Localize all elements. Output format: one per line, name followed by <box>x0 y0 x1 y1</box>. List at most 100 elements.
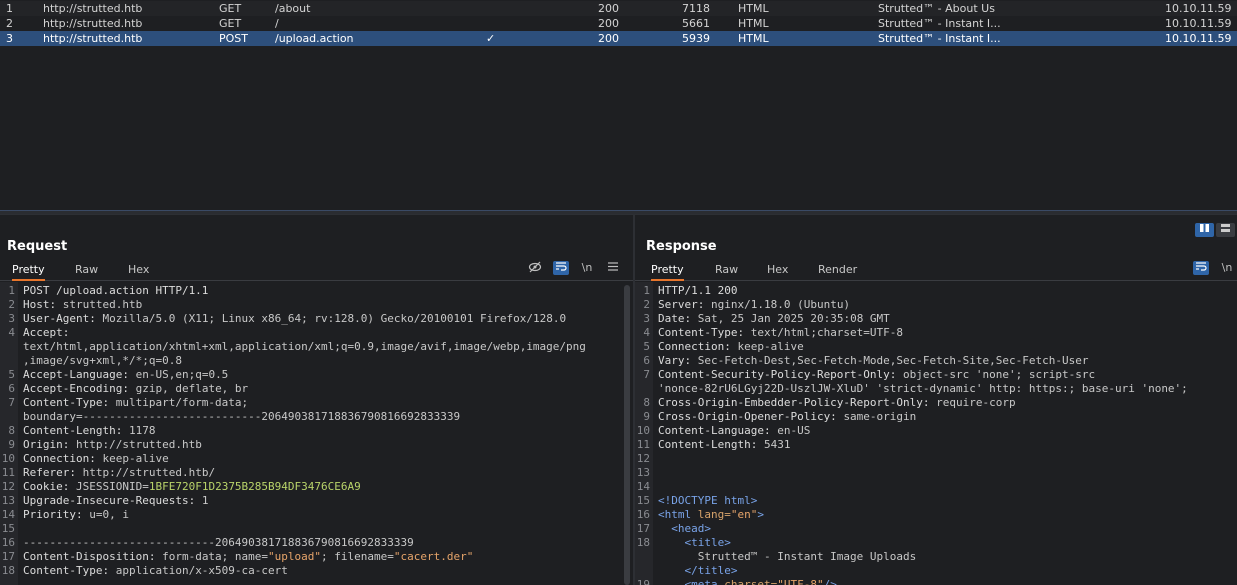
newline-toggle[interactable]: \n <box>1219 261 1235 275</box>
header-value: multipart/form-data; <box>115 396 249 409</box>
line-text: Accept-Encoding: gzip, deflate, br <box>23 382 248 396</box>
html-tag: </title> <box>684 564 738 577</box>
header-value: same-origin <box>843 410 917 423</box>
line-text: Upgrade-Insecure-Requests: 1 <box>23 494 208 508</box>
tab-render[interactable]: Render <box>818 262 857 281</box>
line-text: Accept-Language: en-US,en;q=0.5 <box>23 368 228 382</box>
line-number: 11 <box>1 466 15 479</box>
header-value: -----------------------------20649038171… <box>23 536 414 549</box>
row-number: 1 <box>6 2 13 15</box>
line-number: 19 <box>636 578 650 585</box>
line-number: 13 <box>636 466 650 479</box>
line-text: Content-Type: application/x-x509-ca-cert <box>23 564 288 578</box>
request-scrollbar[interactable] <box>624 285 630 585</box>
line-number: 8 <box>8 424 15 437</box>
header-name: Accept: <box>23 326 76 339</box>
line-number: 15 <box>1 522 15 535</box>
line-text: Cross-Origin-Opener-Policy: same-origin <box>658 410 916 424</box>
line-number: 3 <box>643 312 650 325</box>
response-editor[interactable]: 1 HTTP/1.1 200 2 Server: nginx/1.18.0 (Ubun… <box>635 282 1237 585</box>
side-by-side-layout-icon[interactable] <box>1195 223 1214 237</box>
header-name: Content-Length: <box>23 424 129 437</box>
header-name: Referer: <box>23 466 83 479</box>
row-host: http://strutted.htb <box>43 32 143 45</box>
tab-raw[interactable]: Raw <box>715 262 738 281</box>
tab-pretty[interactable]: Pretty <box>651 262 684 281</box>
row-ip: 10.10.11.59 <box>1165 2 1232 15</box>
row-status: 200 <box>598 32 619 45</box>
hamburger-menu-icon[interactable] <box>605 261 621 275</box>
line-text: Content-Length: 5431 <box>658 438 790 452</box>
wrap-lines-icon[interactable] <box>553 261 569 275</box>
line-number: 14 <box>636 480 650 493</box>
line-number: 1 <box>8 284 15 297</box>
header-name: Priority: <box>23 508 90 521</box>
header-name: Content-Security-Policy-Report-Only: <box>658 368 904 381</box>
html-tag: /> <box>823 578 837 585</box>
line-number: 5 <box>8 368 15 381</box>
header-value: text/html;charset=UTF-8 <box>750 326 904 339</box>
line-text: Connection: keep-alive <box>658 340 804 354</box>
html-attr: lang= <box>697 508 731 521</box>
tab-hex[interactable]: Hex <box>767 262 788 281</box>
header-value: boundary=---------------------------2064… <box>23 410 461 423</box>
line-number: 3 <box>8 312 15 325</box>
header-name: Cookie: <box>23 480 76 493</box>
tab-raw[interactable]: Raw <box>75 262 98 281</box>
line-number: 10 <box>636 424 650 437</box>
header-name: Cross-Origin-Opener-Policy: <box>658 410 844 423</box>
line-text: Origin: http://strutted.htb <box>23 438 202 452</box>
header-name: Content-Length: <box>658 438 764 451</box>
line-text: boundary=---------------------------2064… <box>23 410 460 424</box>
line-number: 16 <box>1 536 15 549</box>
history-row[interactable]: 2 http://strutted.htb GET / 200 5661 HTM… <box>0 16 1237 31</box>
header-value: application/x-x509-ca-cert <box>115 564 288 577</box>
stacked-layout-icon[interactable] <box>1216 223 1235 237</box>
html-attr: charset= <box>724 578 778 585</box>
eye-off-icon[interactable] <box>527 261 543 275</box>
header-value: JSESSIONID= <box>75 480 149 493</box>
header-value: u=0, i <box>89 508 129 521</box>
header-value: en-US <box>777 424 811 437</box>
tab-pretty[interactable]: Pretty <box>12 262 45 281</box>
line-number: 2 <box>8 298 15 311</box>
header-value: 'nonce-82rU6LGyj22D-UszlJW-XluD' 'strict… <box>658 382 1188 395</box>
header-value: 1178 <box>128 424 156 437</box>
line-text: <!DOCTYPE html> <box>658 494 757 508</box>
line-number: 2 <box>643 298 650 311</box>
line-number: 12 <box>1 480 15 493</box>
cookie-value: 1BFE720F1D2375B285B94DF3476CE6A9 <box>148 480 361 493</box>
row-number: 2 <box>6 17 13 30</box>
header-value: Strutted™ - Instant Image Uploads <box>658 550 917 563</box>
line-text: <head> <box>658 522 711 536</box>
wrap-lines-icon[interactable] <box>1193 261 1209 275</box>
line-text: Cross-Origin-Embedder-Policy-Report-Only… <box>658 396 1016 410</box>
row-status: 200 <box>598 17 619 30</box>
line-text: Date: Sat, 25 Jan 2025 20:35:08 GMT <box>658 312 890 326</box>
request-panel: Request Pretty Raw Hex \n 1 POST /upload.… <box>0 215 633 585</box>
row-method: GET <box>219 2 242 15</box>
row-title: Strutted™ - About Us <box>878 2 995 15</box>
row-title: Strutted™ - Instant I... <box>878 32 1001 45</box>
header-name: Server: <box>658 298 711 311</box>
line-text: User-Agent: Mozilla/5.0 (X11; Linux x86_… <box>23 312 566 326</box>
request-editor[interactable]: 1 POST /upload.action HTTP/1.1 2 Host: stru… <box>0 282 633 585</box>
history-row-selected[interactable]: 3 http://strutted.htb POST /upload.actio… <box>0 31 1237 46</box>
line-text: Content-Type: text/html;charset=UTF-8 <box>658 326 903 340</box>
newline-toggle[interactable]: \n <box>579 261 595 275</box>
line-number: 8 <box>643 396 650 409</box>
line-text: Cookie: JSESSIONID=1BFE720F1D2375B285B94… <box>23 480 361 494</box>
line-number: 14 <box>1 508 15 521</box>
line-text: <title> <box>658 536 731 550</box>
header-name: HTTP/1.1 200 <box>658 284 738 297</box>
header-value: text/html,application/xhtml+xml,applicat… <box>23 340 586 353</box>
tab-hex[interactable]: Hex <box>128 262 149 281</box>
line-text: Content-Language: en-US <box>658 424 810 438</box>
line-text: <meta charset="UTF-8"/> <box>658 578 837 585</box>
line-text: Content-Type: multipart/form-data; <box>23 396 248 410</box>
line-text: text/html,application/xhtml+xml,applicat… <box>23 340 586 354</box>
line-number: 6 <box>8 382 15 395</box>
line-number: 4 <box>643 326 650 339</box>
history-row[interactable]: 1 http://strutted.htb GET /about 200 711… <box>0 1 1237 16</box>
line-number: 9 <box>643 410 650 423</box>
